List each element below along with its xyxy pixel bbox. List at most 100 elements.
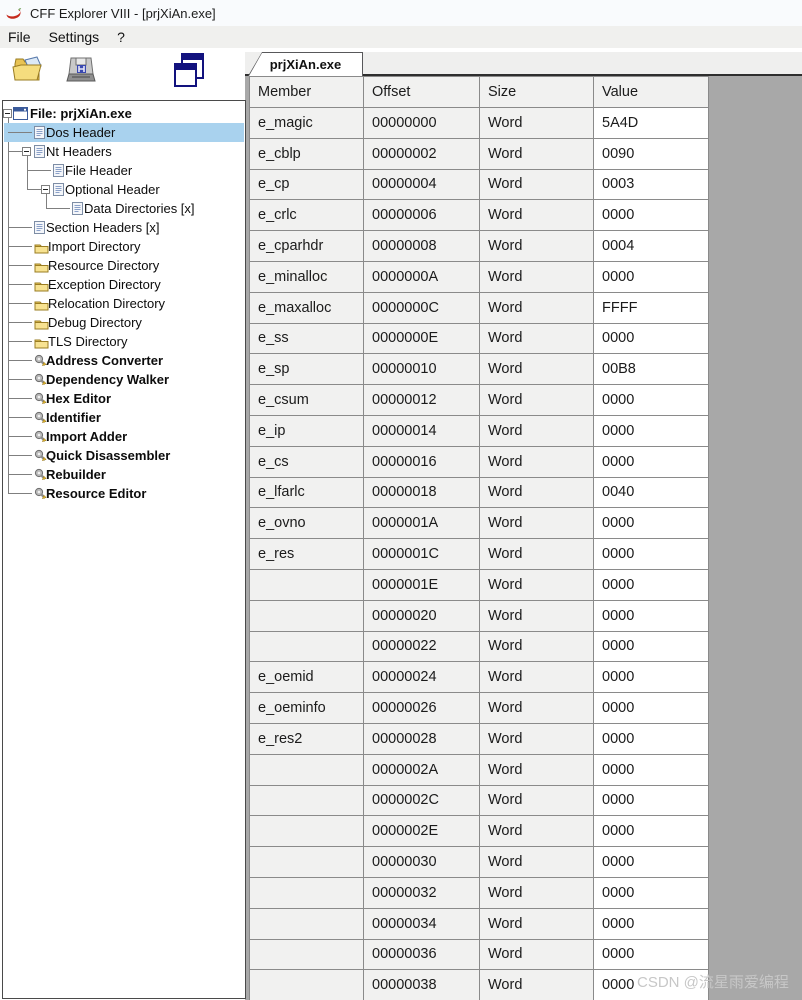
cell-size[interactable]: Word: [480, 354, 594, 385]
cell-offset[interactable]: 0000000E: [364, 323, 480, 354]
cell-member[interactable]: [250, 970, 364, 1000]
cell-size[interactable]: Word: [480, 662, 594, 693]
cell-member[interactable]: [250, 569, 364, 600]
cell-offset[interactable]: 00000010: [364, 354, 480, 385]
save-file-button[interactable]: [62, 52, 100, 92]
menu-item-file[interactable]: File: [0, 26, 40, 48]
cell-size[interactable]: Word: [480, 785, 594, 816]
cell-size[interactable]: Word: [480, 231, 594, 262]
cell-size[interactable]: Word: [480, 200, 594, 231]
cell-size[interactable]: Word: [480, 816, 594, 847]
cell-member[interactable]: [250, 785, 364, 816]
cell-member[interactable]: [250, 877, 364, 908]
cell-member[interactable]: e_minalloc: [250, 261, 364, 292]
cell-value[interactable]: 0000: [594, 261, 709, 292]
cell-member[interactable]: [250, 816, 364, 847]
cell-offset[interactable]: 0000002C: [364, 785, 480, 816]
cell-size[interactable]: Word: [480, 108, 594, 139]
column-header-member[interactable]: Member: [250, 77, 364, 108]
cell-offset[interactable]: 00000006: [364, 200, 480, 231]
cell-member[interactable]: e_crlc: [250, 200, 364, 231]
cell-offset[interactable]: 00000026: [364, 693, 480, 724]
cell-member[interactable]: e_sp: [250, 354, 364, 385]
cell-size[interactable]: Word: [480, 877, 594, 908]
cell-offset[interactable]: 0000001A: [364, 508, 480, 539]
cell-size[interactable]: Word: [480, 754, 594, 785]
cell-value[interactable]: 0000: [594, 323, 709, 354]
cell-offset[interactable]: 00000036: [364, 939, 480, 970]
cell-value[interactable]: 0000: [594, 723, 709, 754]
cell-offset[interactable]: 00000016: [364, 446, 480, 477]
cell-value[interactable]: 0003: [594, 169, 709, 200]
cell-size[interactable]: Word: [480, 569, 594, 600]
cell-size[interactable]: Word: [480, 323, 594, 354]
cell-value[interactable]: 0000: [594, 200, 709, 231]
cell-value[interactable]: 0000: [594, 539, 709, 570]
cell-member[interactable]: e_oeminfo: [250, 693, 364, 724]
cell-offset[interactable]: 00000020: [364, 600, 480, 631]
cell-offset[interactable]: 00000004: [364, 169, 480, 200]
cell-size[interactable]: Word: [480, 169, 594, 200]
cell-offset[interactable]: 0000002E: [364, 816, 480, 847]
cell-offset[interactable]: 00000008: [364, 231, 480, 262]
cell-offset[interactable]: 00000034: [364, 908, 480, 939]
expand-toggle[interactable]: [22, 147, 31, 156]
cell-member[interactable]: e_cparhdr: [250, 231, 364, 262]
cell-size[interactable]: Word: [480, 970, 594, 1000]
cell-offset[interactable]: 0000001E: [364, 569, 480, 600]
expand-toggle[interactable]: [41, 185, 50, 194]
cell-offset[interactable]: 0000002A: [364, 754, 480, 785]
cell-member[interactable]: e_cblp: [250, 138, 364, 169]
cell-member[interactable]: [250, 939, 364, 970]
cell-member[interactable]: [250, 847, 364, 878]
windows-button[interactable]: [170, 52, 208, 92]
cell-size[interactable]: Word: [480, 693, 594, 724]
cell-offset[interactable]: 00000024: [364, 662, 480, 693]
cell-size[interactable]: Word: [480, 508, 594, 539]
cell-size[interactable]: Word: [480, 908, 594, 939]
cell-size[interactable]: Word: [480, 939, 594, 970]
cell-value[interactable]: 0004: [594, 231, 709, 262]
tab-prjxian-exe[interactable]: prjXiAn.exe: [248, 52, 363, 76]
cell-size[interactable]: Word: [480, 847, 594, 878]
cell-offset[interactable]: 0000000C: [364, 292, 480, 323]
cell-size[interactable]: Word: [480, 600, 594, 631]
cell-member[interactable]: [250, 908, 364, 939]
column-header-offset[interactable]: Offset: [364, 77, 480, 108]
cell-size[interactable]: Word: [480, 723, 594, 754]
cell-size[interactable]: Word: [480, 385, 594, 416]
cell-value[interactable]: FFFF: [594, 292, 709, 323]
cell-member[interactable]: e_csum: [250, 385, 364, 416]
cell-size[interactable]: Word: [480, 631, 594, 662]
cell-offset[interactable]: 00000032: [364, 877, 480, 908]
cell-size[interactable]: Word: [480, 292, 594, 323]
cell-value[interactable]: 5A4D: [594, 108, 709, 139]
cell-member[interactable]: e_cs: [250, 446, 364, 477]
column-header-size[interactable]: Size: [480, 77, 594, 108]
cell-member[interactable]: [250, 600, 364, 631]
cell-offset[interactable]: 00000028: [364, 723, 480, 754]
menu-item-help[interactable]: ?: [108, 26, 134, 48]
cell-size[interactable]: Word: [480, 261, 594, 292]
cell-member[interactable]: e_ovno: [250, 508, 364, 539]
cell-member[interactable]: e_ss: [250, 323, 364, 354]
cell-offset[interactable]: 0000000A: [364, 261, 480, 292]
cell-member[interactable]: e_oemid: [250, 662, 364, 693]
column-header-value[interactable]: Value: [594, 77, 709, 108]
cell-value[interactable]: 0000: [594, 600, 709, 631]
cell-offset[interactable]: 00000002: [364, 138, 480, 169]
cell-value[interactable]: 0000: [594, 908, 709, 939]
cell-value[interactable]: 0000: [594, 385, 709, 416]
cell-offset[interactable]: 00000030: [364, 847, 480, 878]
cell-value[interactable]: 0000: [594, 785, 709, 816]
open-file-button[interactable]: [10, 52, 48, 92]
cell-value[interactable]: 0000: [594, 631, 709, 662]
cell-member[interactable]: e_ip: [250, 415, 364, 446]
cell-value[interactable]: 0000: [594, 662, 709, 693]
cell-value[interactable]: 0000: [594, 693, 709, 724]
cell-value[interactable]: 0000: [594, 569, 709, 600]
cell-member[interactable]: [250, 754, 364, 785]
cell-offset[interactable]: 00000022: [364, 631, 480, 662]
expand-toggle[interactable]: [3, 109, 12, 118]
cell-size[interactable]: Word: [480, 539, 594, 570]
